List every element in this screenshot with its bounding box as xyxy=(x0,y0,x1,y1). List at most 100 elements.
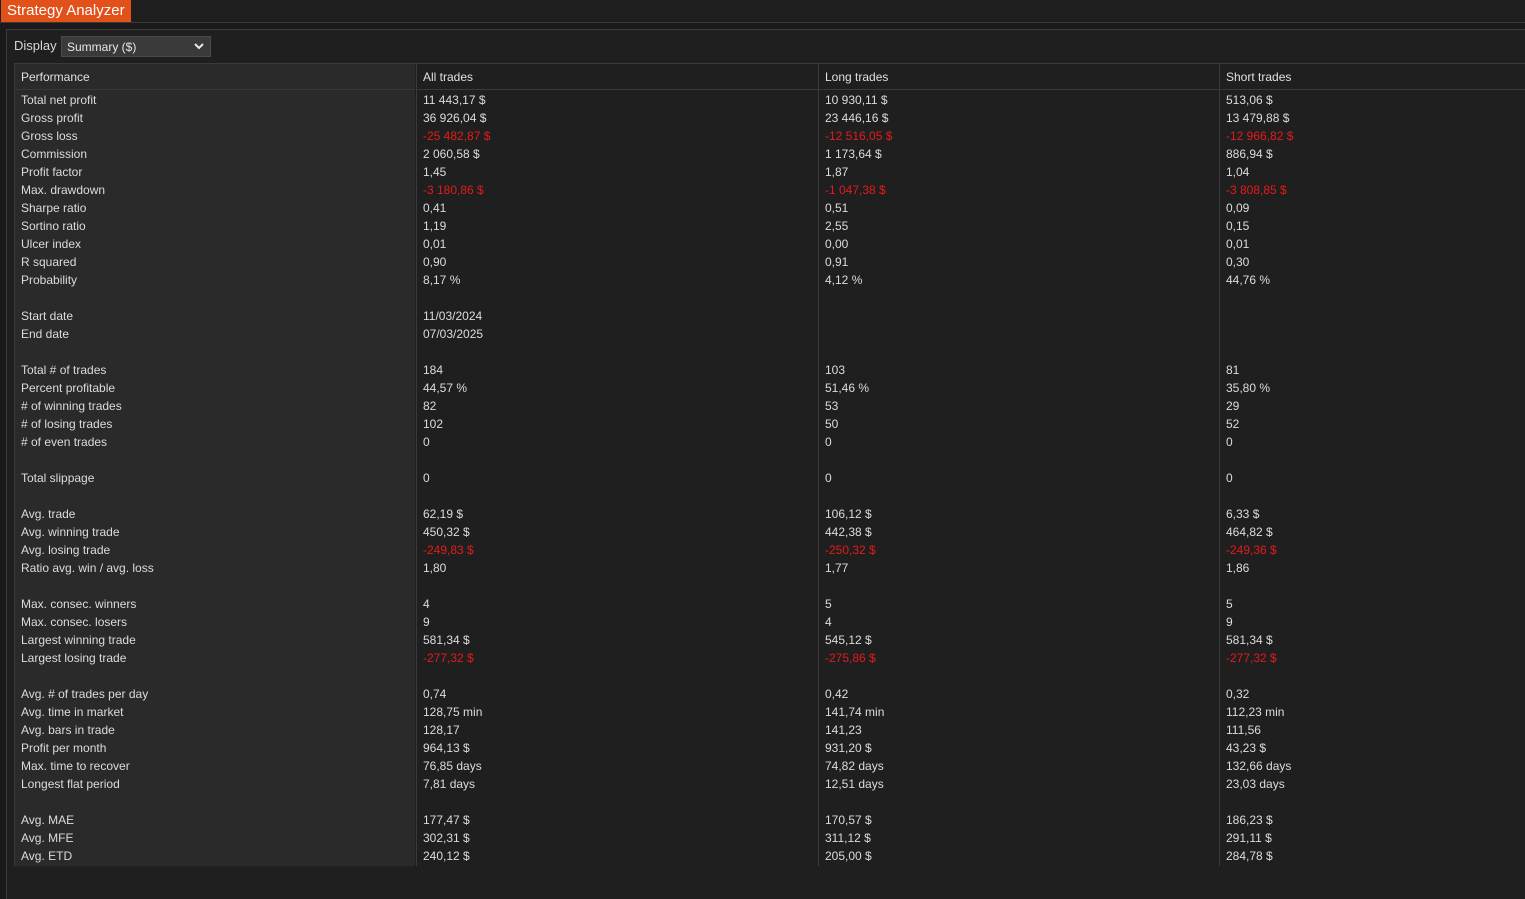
row-label: Total net profit xyxy=(21,93,97,107)
row-label: Longest flat period xyxy=(21,777,120,791)
cell-all-trades: 62,19 $ xyxy=(423,507,464,521)
cell-short-trades: 291,11 $ xyxy=(1226,831,1272,845)
cell-all-trades: 581,34 $ xyxy=(423,633,470,647)
cell-short-trades: 29 xyxy=(1226,399,1240,413)
cell-all-trades: 0,90 xyxy=(423,255,447,269)
cell-all-trades: 11 443,17 $ xyxy=(423,93,486,107)
cell-all-trades: -277,32 $ xyxy=(423,651,474,665)
cell-all-trades: 1,80 xyxy=(423,561,447,575)
row-label: Total slippage xyxy=(21,471,95,485)
row-label: Profit factor xyxy=(21,165,83,179)
row-label: Largest winning trade xyxy=(21,633,136,647)
cell-all-trades: 07/03/2025 xyxy=(423,327,484,341)
cell-short-trades: 284,78 $ xyxy=(1226,849,1273,863)
cell-long-trades: 0,91 xyxy=(825,255,849,269)
cell-short-trades: 1,04 xyxy=(1226,165,1250,179)
row-label: Gross profit xyxy=(21,111,84,125)
cell-long-trades: 12,51 days xyxy=(825,777,884,791)
cell-long-trades: 0,42 xyxy=(825,687,849,701)
row-label: Percent profitable xyxy=(21,381,116,395)
cell-short-trades: 52 xyxy=(1226,417,1240,431)
cell-long-trades: 0 xyxy=(825,435,832,449)
cell-all-trades: -3 180,86 $ xyxy=(423,183,484,197)
cell-long-trades: 0,00 xyxy=(825,237,849,251)
cell-short-trades: 9 xyxy=(1226,615,1233,629)
cell-long-trades: 106,12 $ xyxy=(825,507,872,521)
row-label: Avg. MFE xyxy=(21,831,74,845)
header-long-trades[interactable]: Long trades xyxy=(819,64,1219,90)
column-short-trades: Short trades 513,06 $ 13 479,88 $ -12 966,… xyxy=(1219,64,1525,866)
cell-short-trades: 44,76 % xyxy=(1226,273,1271,287)
cell-all-trades: 302,31 $ xyxy=(423,831,470,845)
row-label: Avg. winning trade xyxy=(21,525,120,539)
cell-long-trades: 931,20 $ xyxy=(825,741,872,755)
row-label: Ratio avg. win / avg. loss xyxy=(21,561,154,575)
cell-short-trades xyxy=(1220,307,1525,325)
cell-all-trades: 0,01 xyxy=(423,237,447,251)
tab-strip: Strategy Analyzer xyxy=(0,0,1525,23)
cell-long-trades: 0 xyxy=(825,471,832,485)
row-label: Probability xyxy=(21,273,78,287)
cell-all-trades: 0 xyxy=(423,435,430,449)
cell-short-trades: 132,66 days xyxy=(1226,759,1292,773)
cell-all-trades: 36 926,04 $ xyxy=(423,111,487,125)
cell-short-trades: 0 xyxy=(1226,435,1233,449)
cell-all-trades: 4 xyxy=(423,597,430,611)
row-label: R squared xyxy=(21,255,77,269)
tab-strategy-analyzer[interactable]: Strategy Analyzer xyxy=(1,0,131,22)
cell-long-trades: 545,12 $ xyxy=(825,633,872,647)
cell-long-trades: -250,32 $ xyxy=(825,543,876,557)
row-label: # of losing trades xyxy=(21,417,113,431)
cell-short-trades: 0 xyxy=(1226,471,1233,485)
row-label: Max. time to recover xyxy=(21,759,130,773)
cell-all-trades: 8,17 % xyxy=(423,273,461,287)
cell-short-trades: 35,80 % xyxy=(1226,381,1271,395)
row-label: End date xyxy=(21,327,70,341)
cell-all-trades: -25 482,87 $ xyxy=(423,129,491,143)
cell-long-trades: 53 xyxy=(825,399,839,413)
chevron-down-icon xyxy=(194,43,204,50)
cell-all-trades: 102 xyxy=(423,417,444,431)
cell-long-trades: 170,57 $ xyxy=(825,813,872,827)
row-label: Max. consec. losers xyxy=(21,615,128,629)
cell-short-trades: 886,94 $ xyxy=(1226,147,1273,161)
display-dropdown[interactable]: Summary ($) xyxy=(61,36,211,57)
display-selected-value: Summary ($) xyxy=(67,40,137,54)
header-short-trades[interactable]: Short trades xyxy=(1220,64,1525,90)
cell-long-trades: 0,51 xyxy=(825,201,849,215)
cell-short-trades: 0,09 xyxy=(1226,201,1250,215)
column-long-trades: Long trades 10 930,11 $ 23 446,16 $ -12 51… xyxy=(818,64,1219,866)
cell-long-trades: 51,46 % xyxy=(825,381,870,395)
header-all-trades[interactable]: All trades xyxy=(417,64,818,90)
cell-short-trades: 112,23 min xyxy=(1226,705,1285,719)
row-label: Total # of trades xyxy=(21,363,107,377)
cell-short-trades: 6,33 $ xyxy=(1226,507,1260,521)
header-performance[interactable]: Performance xyxy=(15,64,415,90)
cell-short-trades: -249,36 $ xyxy=(1226,543,1277,557)
cell-long-trades xyxy=(819,307,1219,325)
cell-short-trades: 23,03 days xyxy=(1226,777,1285,791)
row-label: Avg. losing trade xyxy=(21,543,111,557)
cell-short-trades: 81 xyxy=(1226,363,1240,377)
cell-long-trades: 2,55 xyxy=(825,219,849,233)
display-label: Display xyxy=(14,38,57,53)
cell-short-trades: -12 966,82 $ xyxy=(1226,129,1294,143)
cell-all-trades: 7,81 days xyxy=(423,777,476,791)
row-label: Avg. # of trades per day xyxy=(21,687,149,701)
row-label: Sortino ratio xyxy=(21,219,86,233)
cell-long-trades: 205,00 $ xyxy=(825,849,872,863)
cell-all-trades: 450,32 $ xyxy=(423,525,470,539)
row-label: Gross loss xyxy=(21,129,78,143)
cell-all-trades: 76,85 days xyxy=(423,759,482,773)
cell-all-trades: 1,19 xyxy=(423,219,447,233)
cell-long-trades: 5 xyxy=(825,597,832,611)
row-label: Avg. time in market xyxy=(21,705,124,719)
row-label: Max. drawdown xyxy=(21,183,106,197)
cell-long-trades: 141,74 min xyxy=(825,705,885,719)
row-label: Profit per month xyxy=(21,741,107,755)
cell-long-trades: 103 xyxy=(825,363,846,377)
cell-short-trades: 186,23 $ xyxy=(1226,813,1273,827)
cell-all-trades: 2 060,58 $ xyxy=(423,147,480,161)
cell-all-trades: 128,17 xyxy=(423,723,460,737)
row-label: Max. consec. winners xyxy=(21,597,137,611)
